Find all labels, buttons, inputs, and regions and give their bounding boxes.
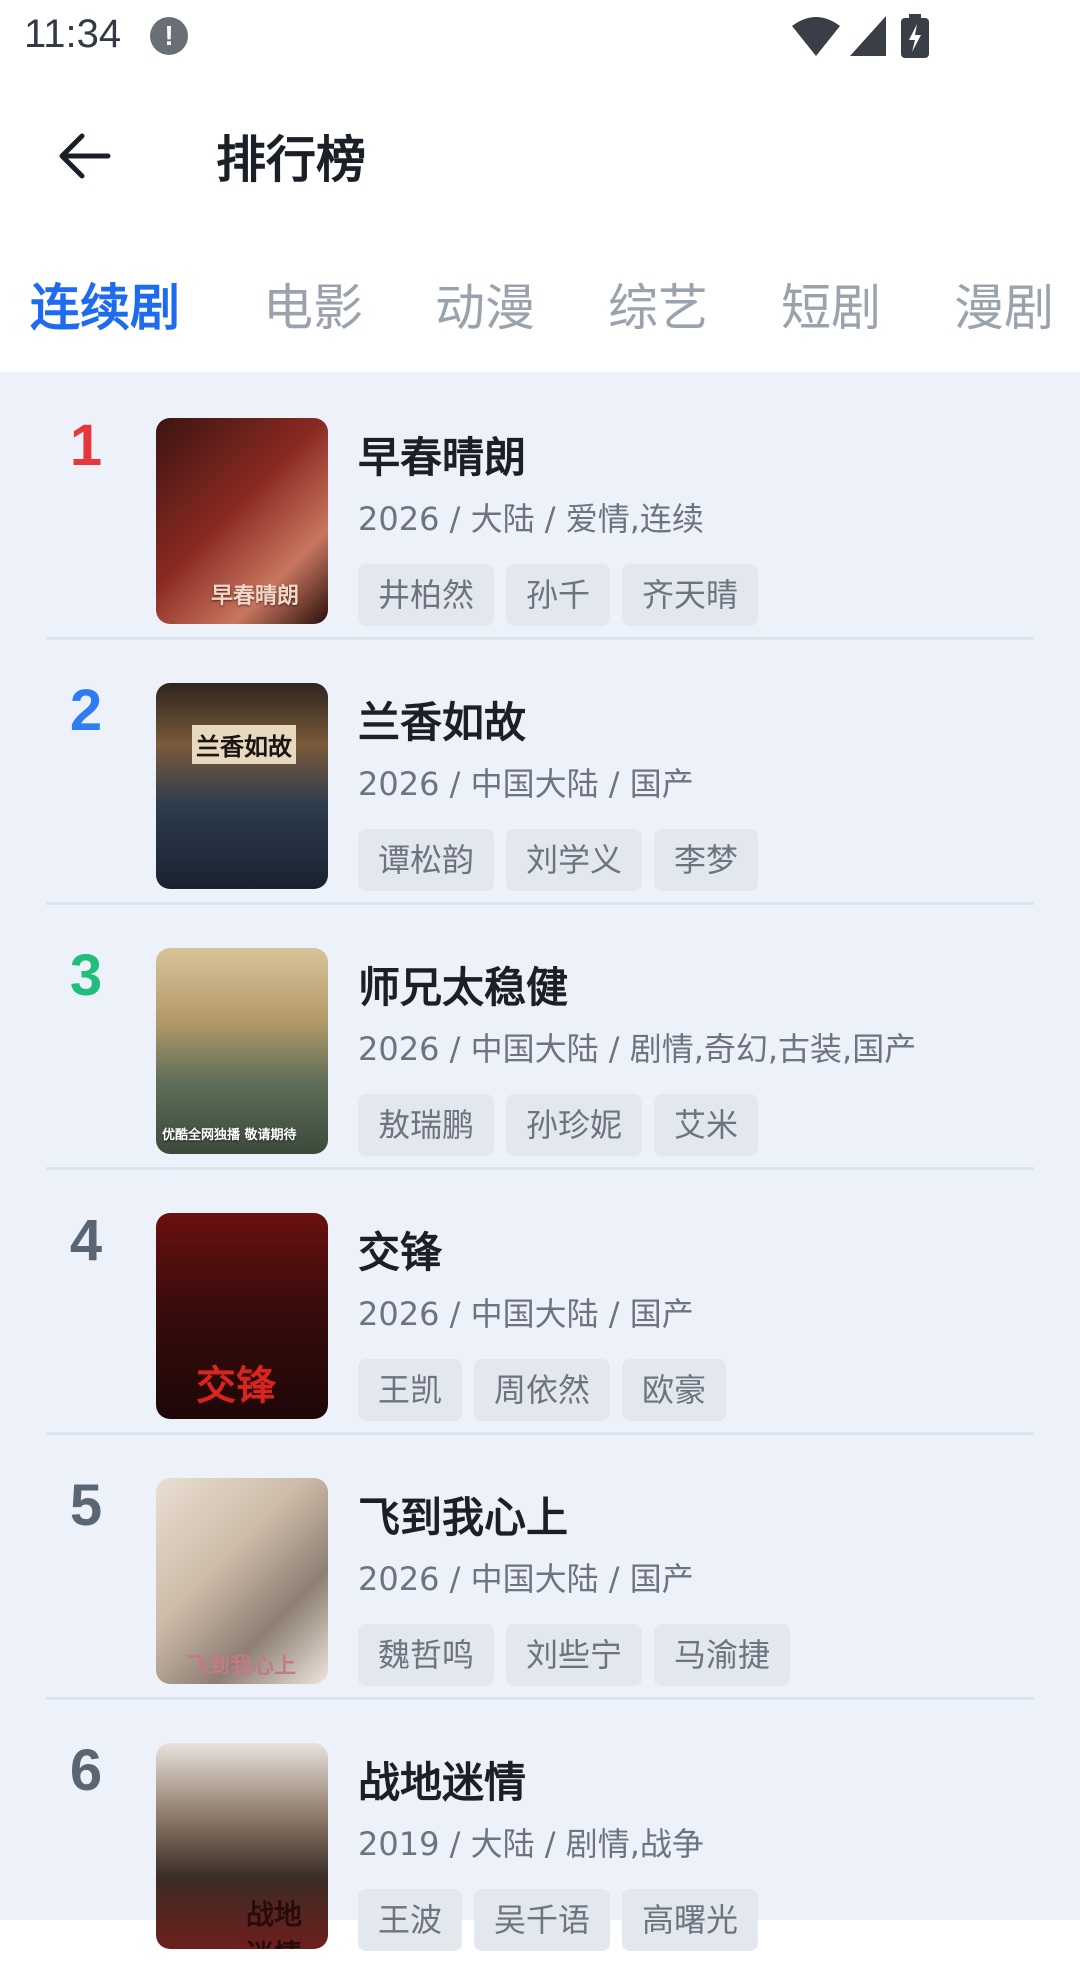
- cast-tag: 刘学义: [506, 829, 643, 891]
- item-title: 交锋: [358, 1228, 443, 1277]
- poster-caption: 交锋: [196, 1363, 276, 1409]
- rank-number: 6: [69, 1738, 103, 1803]
- status-bar: 11:34 !: [0, 0, 1080, 72]
- cast-tag: 周依然: [474, 1359, 611, 1421]
- cast-tag: 吴千语: [474, 1889, 611, 1951]
- category-tabs: 连续剧 电影 动漫 综艺 短剧 漫剧: [0, 250, 1080, 370]
- list-item[interactable]: 6 战地迷情 战地迷情 2019 / 大陆 / 剧情,战争 王波 吴千语 高曙光: [46, 1697, 1034, 1962]
- cast-tag: 齐天晴: [622, 564, 759, 626]
- poster-image: 优酷全网独播 敬请期待: [156, 948, 328, 1154]
- status-time: 11:34: [24, 12, 122, 56]
- item-title: 飞到我心上: [358, 1493, 569, 1542]
- tab-series[interactable]: 连续剧: [30, 268, 180, 340]
- list-item[interactable]: 5 飞到我心上 飞到我心上 2026 / 中国大陆 / 国产 魏哲鸣 刘些宁 马…: [46, 1432, 1034, 1700]
- list-item[interactable]: 3 优酷全网独播 敬请期待 师兄太稳健 2026 / 中国大陆 / 剧情,奇幻,…: [46, 902, 1034, 1170]
- poster-image: 战地迷情: [156, 1743, 328, 1949]
- cast-tag: 敖瑞鹏: [358, 1094, 495, 1156]
- poster-caption: 优酷全网独播 敬请期待: [162, 1128, 297, 1143]
- back-button[interactable]: [40, 112, 128, 200]
- poster-image: 早春晴朗: [156, 418, 328, 624]
- poster-image: 兰香如故: [156, 683, 328, 889]
- item-title: 战地迷情: [358, 1758, 527, 1807]
- item-meta: 2026 / 中国大陆 / 国产: [358, 1560, 694, 1598]
- rank-number: 2: [69, 678, 103, 743]
- cast-tags: 敖瑞鹏 孙珍妮 艾米: [358, 1094, 759, 1156]
- cast-tags: 井柏然 孙千 齐天晴: [358, 564, 759, 626]
- cast-tag: 欧豪: [622, 1359, 727, 1421]
- poster-caption: 早春晴朗: [211, 584, 300, 609]
- tab-anime[interactable]: 动漫: [435, 268, 535, 340]
- cast-tags: 魏哲鸣 刘些宁 马渝捷: [358, 1624, 791, 1686]
- poster-caption: 战地迷情: [246, 1898, 303, 1949]
- cast-tag: 孙千: [506, 564, 611, 626]
- cast-tag: 孙珍妮: [506, 1094, 643, 1156]
- cast-tags: 谭松韵 刘学义 李梦: [358, 829, 759, 891]
- rank-number: 3: [69, 943, 103, 1008]
- cast-tags: 王凯 周依然 欧豪: [358, 1359, 727, 1421]
- ranking-list: 1 早春晴朗 早春晴朗 2026 / 大陆 / 爱情,连续 井柏然 孙千 齐天晴…: [0, 372, 1080, 1951]
- rank-number: 5: [69, 1473, 103, 1538]
- cast-tags: 王波 吴千语 高曙光: [358, 1889, 759, 1951]
- item-meta: 2026 / 中国大陆 / 国产: [358, 1295, 694, 1333]
- cast-tag: 王波: [358, 1889, 463, 1951]
- list-item[interactable]: 4 交锋 交锋 2026 / 中国大陆 / 国产 王凯 周依然 欧豪: [46, 1167, 1034, 1435]
- cast-tag: 谭松韵: [358, 829, 495, 891]
- back-arrow-icon: [59, 133, 111, 179]
- item-meta: 2026 / 中国大陆 / 剧情,奇幻,古装,国产: [358, 1030, 917, 1068]
- item-meta: 2026 / 中国大陆 / 国产: [358, 765, 694, 803]
- poster-image: 飞到我心上: [156, 1478, 328, 1684]
- item-title: 兰香如故: [358, 698, 527, 747]
- tab-movie[interactable]: 电影: [263, 268, 363, 340]
- list-item[interactable]: 1 早春晴朗 早春晴朗 2026 / 大陆 / 爱情,连续 井柏然 孙千 齐天晴: [46, 372, 1034, 640]
- tab-short-drama[interactable]: 短剧: [781, 268, 881, 340]
- cast-tag: 井柏然: [358, 564, 495, 626]
- cast-tag: 艾米: [654, 1094, 759, 1156]
- list-item[interactable]: 2 兰香如故 兰香如故 2026 / 中国大陆 / 国产 谭松韵 刘学义 李梦: [46, 637, 1034, 905]
- page-title: 排行榜: [216, 131, 366, 189]
- rank-number: 1: [69, 413, 103, 478]
- tab-variety[interactable]: 综艺: [608, 268, 708, 340]
- signal-icon: [850, 16, 886, 56]
- item-title: 师兄太稳健: [358, 963, 569, 1012]
- tab-comic-drama[interactable]: 漫剧: [954, 268, 1054, 340]
- cast-tag: 高曙光: [622, 1889, 759, 1951]
- item-meta: 2019 / 大陆 / 剧情,战争: [358, 1825, 704, 1863]
- battery-icon: [901, 14, 929, 58]
- cast-tag: 马渝捷: [654, 1624, 791, 1686]
- cast-tag: 王凯: [358, 1359, 463, 1421]
- poster-caption: 兰香如故: [192, 725, 296, 764]
- cast-tag: 魏哲鸣: [358, 1624, 495, 1686]
- poster-caption: 飞到我心上: [186, 1654, 297, 1679]
- wifi-icon: [792, 17, 840, 56]
- item-title: 早春晴朗: [358, 433, 527, 482]
- cast-tag: 李梦: [654, 829, 759, 891]
- poster-image: 交锋: [156, 1213, 328, 1419]
- cast-tag: 刘些宁: [506, 1624, 643, 1686]
- app-bar: 排行榜: [0, 72, 1080, 232]
- alert-icon: !: [150, 17, 188, 55]
- rank-number: 4: [69, 1208, 103, 1273]
- item-meta: 2026 / 大陆 / 爱情,连续: [358, 500, 704, 538]
